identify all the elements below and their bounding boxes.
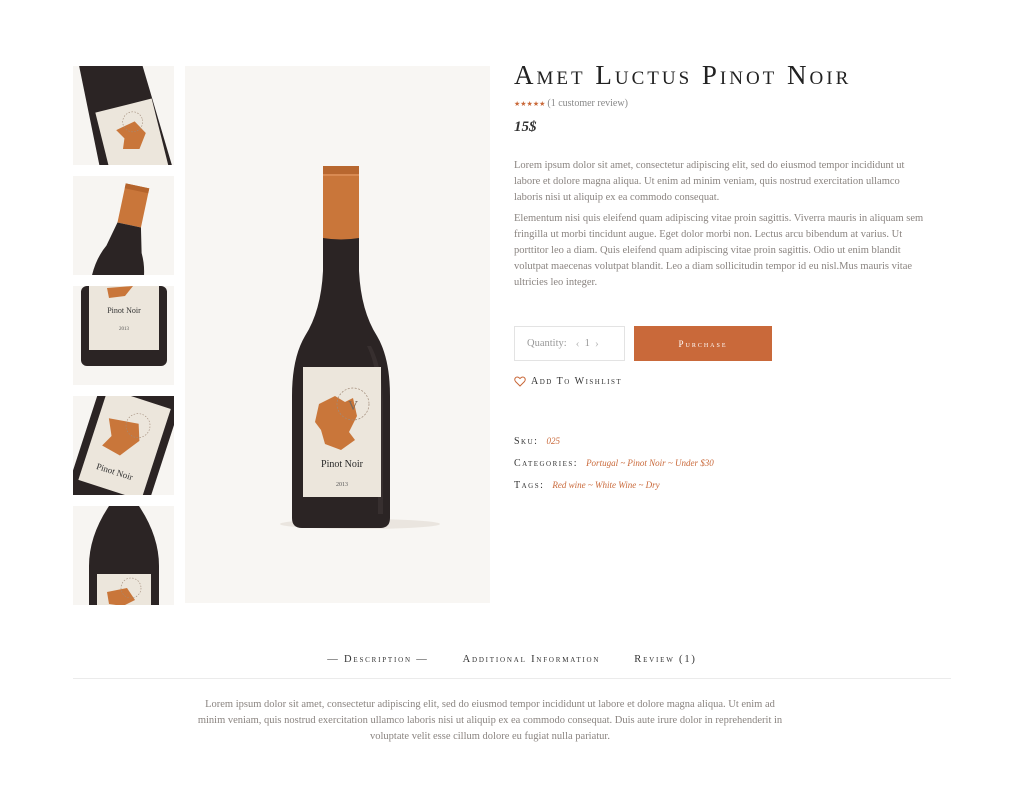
product-info: Amet Luctus Pinot Noir ★★★★★ (1 customer… xyxy=(514,60,954,296)
product-title: Amet Luctus Pinot Noir xyxy=(514,60,852,90)
add-to-wishlist-link[interactable]: Add To Wishlist xyxy=(514,376,622,387)
purchase-button[interactable]: Purchase xyxy=(634,326,772,361)
tags-label: Tags: xyxy=(514,479,545,491)
bottle-label-text: Pinot Noir xyxy=(107,306,141,315)
increase-arrow-icon[interactable]: › xyxy=(595,336,599,351)
tab-description[interactable]: — Description — xyxy=(327,654,428,665)
decrease-arrow-icon[interactable]: ‹ xyxy=(576,336,580,351)
tab-additional-information[interactable]: Additional Information xyxy=(463,654,601,665)
review-count-link[interactable]: (1 customer review) xyxy=(547,98,628,109)
categories-label: Categories: xyxy=(514,457,579,469)
thumbnail-5[interactable] xyxy=(73,506,174,605)
product-tabs: — Description — Additional Information R… xyxy=(0,654,1024,665)
product-description: Lorem ipsum dolor sit amet, consectetur … xyxy=(514,158,924,291)
description-paragraph: Lorem ipsum dolor sit amet, consectetur … xyxy=(514,160,905,203)
svg-text:2013: 2013 xyxy=(119,327,130,332)
bottle-label-text: Pinot Noir xyxy=(321,459,364,470)
thumbnail-1[interactable] xyxy=(73,66,174,165)
purchase-row: Quantity: ‹ 1 › Purchase xyxy=(514,326,772,361)
main-product-image[interactable]: V Pinot Noir 2013 xyxy=(185,66,490,603)
thumbnail-2[interactable] xyxy=(73,176,174,275)
description-paragraph: Elementum nisi quis eleifend quam adipis… xyxy=(514,213,924,288)
wishlist-label: Add To Wishlist xyxy=(531,376,623,387)
quantity-value[interactable]: 1 xyxy=(585,338,590,349)
tab-review[interactable]: Review (1) xyxy=(634,654,696,665)
categories-row: Categories: Portugal ~ Pinot Noir ~ Unde… xyxy=(514,452,714,474)
sku-value: 025 xyxy=(546,436,560,446)
star-rating-icon: ★★★★★ xyxy=(514,99,546,108)
quantity-stepper[interactable]: Quantity: ‹ 1 › xyxy=(514,326,625,361)
tabs-divider xyxy=(73,678,951,679)
thumbnail-4[interactable]: Pinot Noir xyxy=(73,396,174,495)
svg-text:V: V xyxy=(348,399,358,414)
tab-content: Lorem ipsum dolor sit amet, consectetur … xyxy=(197,699,783,742)
sku-row: Sku: 025 xyxy=(514,430,714,452)
product-price: 15$ xyxy=(514,119,537,135)
quantity-label: Quantity: xyxy=(527,338,567,349)
sku-label: Sku: xyxy=(514,435,539,447)
categories-links[interactable]: Portugal ~ Pinot Noir ~ Under $30 xyxy=(586,458,714,468)
product-meta: Sku: 025 Categories: Portugal ~ Pinot No… xyxy=(514,430,714,496)
rating-row: ★★★★★ (1 customer review) xyxy=(514,98,954,109)
thumbnail-gallery: Pinot Noir 2013 Pinot Noir xyxy=(73,66,174,616)
thumbnail-3[interactable]: Pinot Noir 2013 xyxy=(73,286,174,385)
tags-row: Tags: Red wine ~ White Wine ~ Dry xyxy=(514,474,714,496)
svg-text:2013: 2013 xyxy=(336,482,348,488)
tags-links[interactable]: Red wine ~ White Wine ~ Dry xyxy=(552,480,659,490)
heart-icon xyxy=(514,376,526,387)
